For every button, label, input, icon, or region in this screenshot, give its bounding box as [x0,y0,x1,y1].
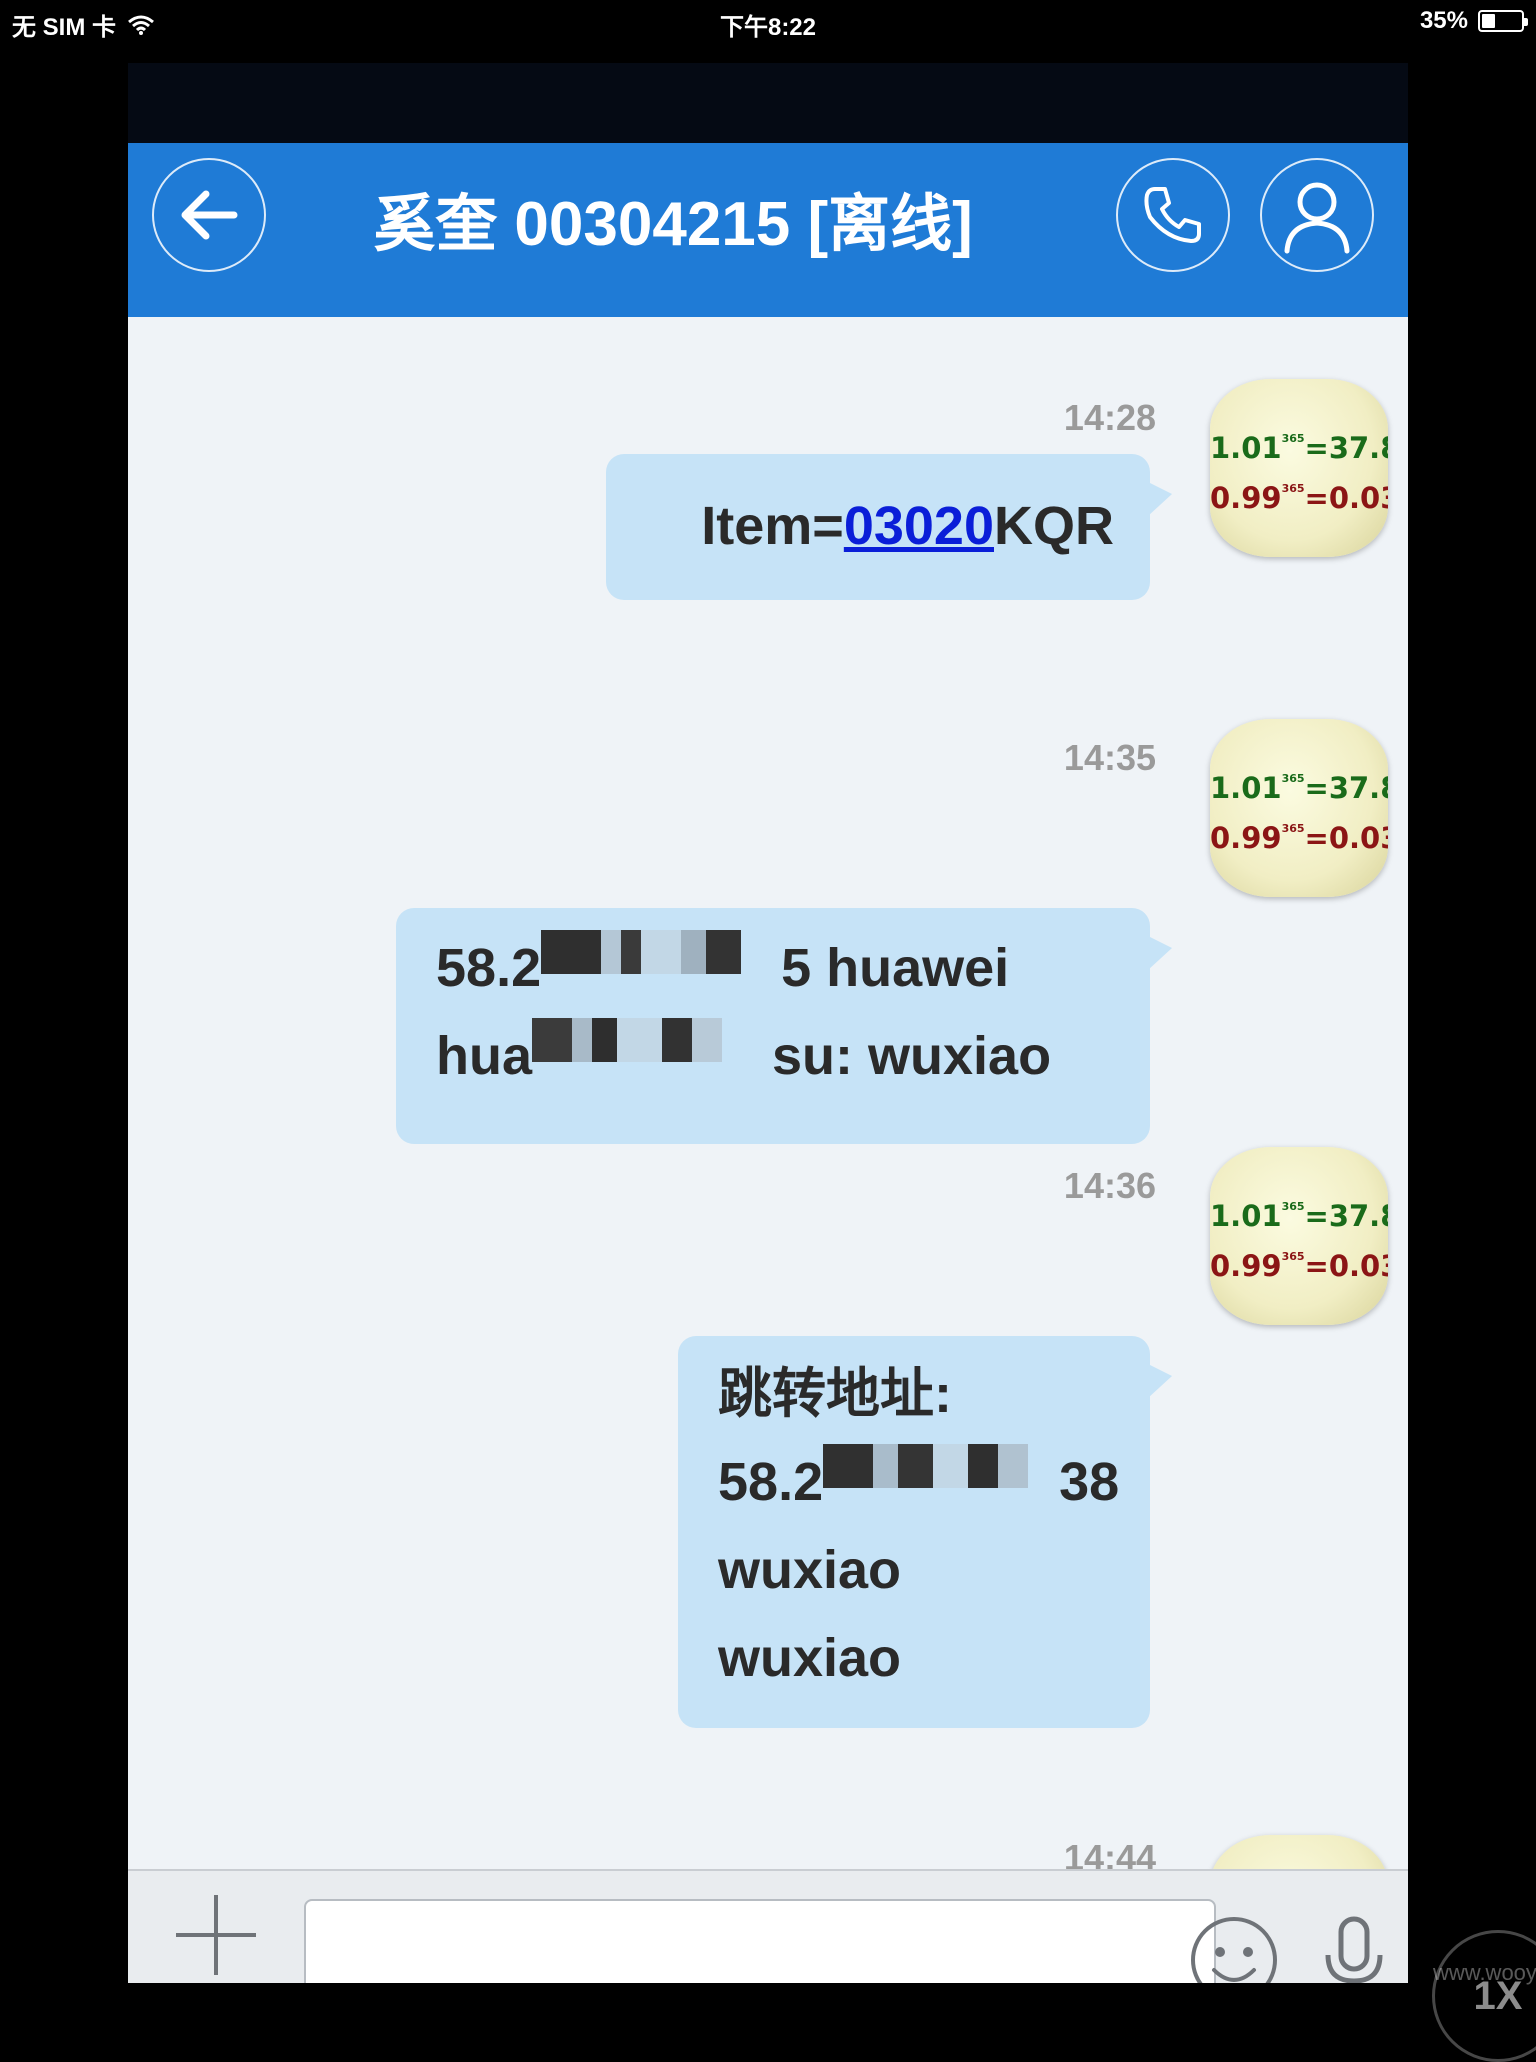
profile-button[interactable] [1260,158,1374,272]
avatar[interactable]: 1.01365=37.8 0.99365=0.03 [1210,379,1388,557]
message-link[interactable]: 03020 [844,496,994,556]
message-timestamp: 14:44 [1063,1837,1156,1869]
message-line: hua su: wuxiao [436,1012,1114,1100]
zoom-badge[interactable]: 1X [1432,1930,1536,2062]
back-button[interactable] [152,158,266,272]
input-bar [128,1869,1408,1983]
message-text: Item= [701,496,844,556]
battery-level [1482,14,1496,28]
message-timestamp: 14:28 [1063,397,1156,438]
message-line: wuxiao [718,1540,902,1600]
avatar[interactable]: 1.01365=37.8 0.99365=0.03 [1210,1147,1388,1325]
avatar-text: 0.99365=0.03 [1210,821,1388,855]
avatar-text: 0.99365=0.03 [1210,481,1388,515]
message-input[interactable] [304,1899,1216,1983]
message-bubble[interactable]: 跳转地址: 58.2 38 wuxiao wuxiao [678,1336,1172,1728]
redaction-mask [532,1018,773,1062]
message-line: 58.2 38 [718,1438,1120,1526]
avatar[interactable]: 1.01365=37.8 0.99365=0.03 [1210,719,1388,897]
avatar-text: 1.01365=37.8 [1210,771,1388,805]
chat-app: 奚奎 00304215 [离线] 14:28 1.01365=37.8 0.99… [128,63,1408,1983]
message-text: KQR [994,496,1114,556]
message-line: 跳转地址: [718,1364,952,1424]
avatar[interactable] [1210,1835,1388,1869]
battery-percent: 35% [1419,7,1468,34]
message-bubble[interactable]: Item=03020KQR [606,454,1172,600]
app-top-strip [128,63,1408,143]
user-icon [1284,182,1350,254]
battery-icon [1478,10,1528,32]
page-title: 奚奎 00304215 [离线] [373,190,973,259]
message-timestamp: 14:35 [1063,737,1156,778]
smiley-icon[interactable] [1188,1914,1280,1983]
status-bar: 无 SIM 卡 下午8:22 35% [0,0,1536,42]
redaction-mask [541,930,782,974]
redaction-mask [823,1444,1060,1488]
message-line: wuxiao [718,1628,902,1688]
avatar-text: 1.01365=37.8 [1210,431,1388,465]
message-list[interactable]: 14:28 1.01365=37.8 0.99365=0.03 Item=030… [128,317,1408,1869]
call-button[interactable] [1116,158,1230,272]
watermark: www.wooyun.org [1433,1960,1536,1985]
microphone-icon[interactable] [1308,1911,1400,1983]
phone-icon [1144,187,1201,243]
message-timestamp: 14:36 [1063,1165,1156,1206]
message-bubble[interactable]: 58.2 5 huawei hua su: wuxiao [396,908,1172,1144]
back-arrow-icon [181,190,238,240]
plus-icon[interactable] [170,1889,262,1981]
status-time: 下午8:22 [719,14,817,41]
avatar-text: 1.01365=37.8 [1210,1199,1388,1233]
avatar-text: 0.99365=0.03 [1210,1249,1388,1283]
message-line: 58.2 5 huawei [436,924,1114,1012]
